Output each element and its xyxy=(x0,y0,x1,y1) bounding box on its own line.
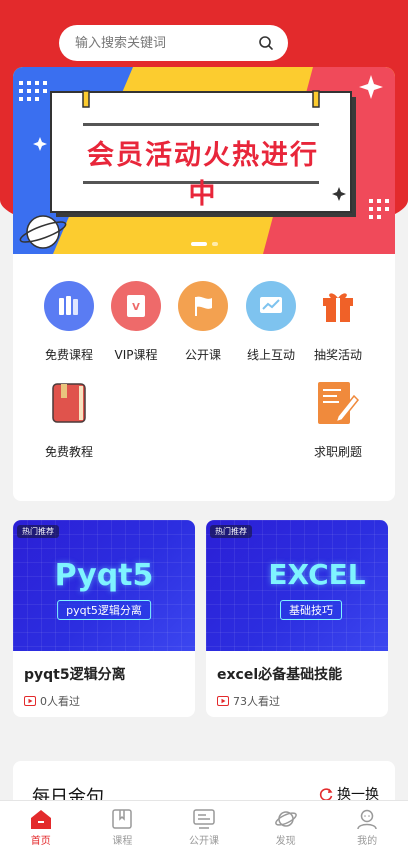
document-pen-icon xyxy=(313,378,363,428)
tab-home[interactable]: 首页 xyxy=(0,801,82,849)
menu-item-online-interaction[interactable]: 线上互动 xyxy=(236,281,306,363)
play-icon xyxy=(217,696,229,706)
tab-label: 发现 xyxy=(275,836,296,847)
menu-item-vip-courses[interactable]: V VIP课程 xyxy=(101,281,171,363)
menu-item-label: 免费教程 xyxy=(44,445,93,459)
thumbnail-subtitle: pyqt5逻辑分离 xyxy=(57,600,151,620)
thumbnail-title: Pyqt5 xyxy=(54,558,154,593)
svg-text:V: V xyxy=(132,302,140,313)
course-card[interactable]: 热门推荐 Pyqt5 pyqt5逻辑分离 pyqt5逻辑分离 0人看过 xyxy=(13,520,195,717)
planet-icon xyxy=(274,811,297,827)
hot-tag: 热门推荐 xyxy=(17,525,59,538)
books-icon xyxy=(44,281,94,331)
course-views: 0人看过 xyxy=(24,693,195,709)
menu-grid: 免费课程 V VIP课程 公开课 线上互动 抽奖活动 免费教程 求职刷题 xyxy=(13,254,395,501)
gift-icon xyxy=(313,281,363,331)
user-icon xyxy=(357,809,377,830)
menu-item-free-courses[interactable]: 免费课程 xyxy=(34,281,104,363)
banner-title: 会员活动火热进行中 xyxy=(87,140,319,210)
vip-book-icon: V xyxy=(111,281,161,331)
menu-item-label: VIP课程 xyxy=(114,348,158,362)
play-icon xyxy=(24,696,36,706)
tab-label: 我的 xyxy=(357,836,378,847)
course-thumbnail: 热门推荐 Pyqt5 pyqt5逻辑分离 xyxy=(13,520,195,651)
notebook-icon xyxy=(44,378,94,428)
course-title: excel必备基础技能 xyxy=(217,667,343,683)
menu-item-lottery[interactable]: 抽奖活动 xyxy=(303,281,373,363)
flag-icon xyxy=(178,281,228,331)
search-bar[interactable] xyxy=(59,25,288,61)
menu-item-free-tutorial[interactable]: 免费教程 xyxy=(34,378,104,460)
views-count: 0人看过 xyxy=(40,695,80,708)
thumbnail-title: EXCEL xyxy=(268,558,366,591)
search-input[interactable] xyxy=(73,34,258,52)
screen-icon xyxy=(193,809,215,829)
menu-item-label: 抽奖活动 xyxy=(313,348,362,362)
tab-label: 公开课 xyxy=(188,836,219,847)
bottom-tab-bar: 首页 课程 公开课 发现 我的 xyxy=(0,800,408,849)
tab-profile[interactable]: 我的 xyxy=(326,801,408,849)
tab-label: 首页 xyxy=(30,836,51,847)
course-icon xyxy=(112,809,133,829)
menu-item-open-class[interactable]: 公开课 xyxy=(168,281,238,363)
home-icon xyxy=(30,810,51,829)
banner-dot[interactable] xyxy=(211,242,218,246)
course-title: pyqt5逻辑分离 xyxy=(24,667,126,683)
search-icon[interactable] xyxy=(258,35,274,51)
tab-courses[interactable]: 课程 xyxy=(82,801,164,849)
course-thumbnail: 热门推荐 EXCEL 基础技巧 xyxy=(206,520,388,651)
menu-item-label: 线上互动 xyxy=(246,348,295,362)
tab-discover[interactable]: 发现 xyxy=(245,801,327,849)
banner-pager xyxy=(13,242,395,246)
menu-item-label: 公开课 xyxy=(184,348,221,362)
promo-banner[interactable]: 会员活动火热进行中 xyxy=(13,67,395,254)
thumbnail-subtitle: 基础技巧 xyxy=(280,600,342,620)
menu-item-label: 免费课程 xyxy=(44,348,93,362)
menu-item-label: 求职刷题 xyxy=(313,445,362,459)
tab-open-class[interactable]: 公开课 xyxy=(163,801,245,849)
banner-dot[interactable] xyxy=(190,242,207,246)
course-card[interactable]: 热门推荐 EXCEL 基础技巧 excel必备基础技能 73人看过 xyxy=(206,520,388,717)
chart-screen-icon xyxy=(246,281,296,331)
views-count: 73人看过 xyxy=(233,695,280,708)
course-views: 73人看过 xyxy=(217,693,388,709)
hot-tag: 热门推荐 xyxy=(210,525,252,538)
menu-item-job-practice[interactable]: 求职刷题 xyxy=(303,378,373,460)
tab-label: 课程 xyxy=(112,836,133,847)
